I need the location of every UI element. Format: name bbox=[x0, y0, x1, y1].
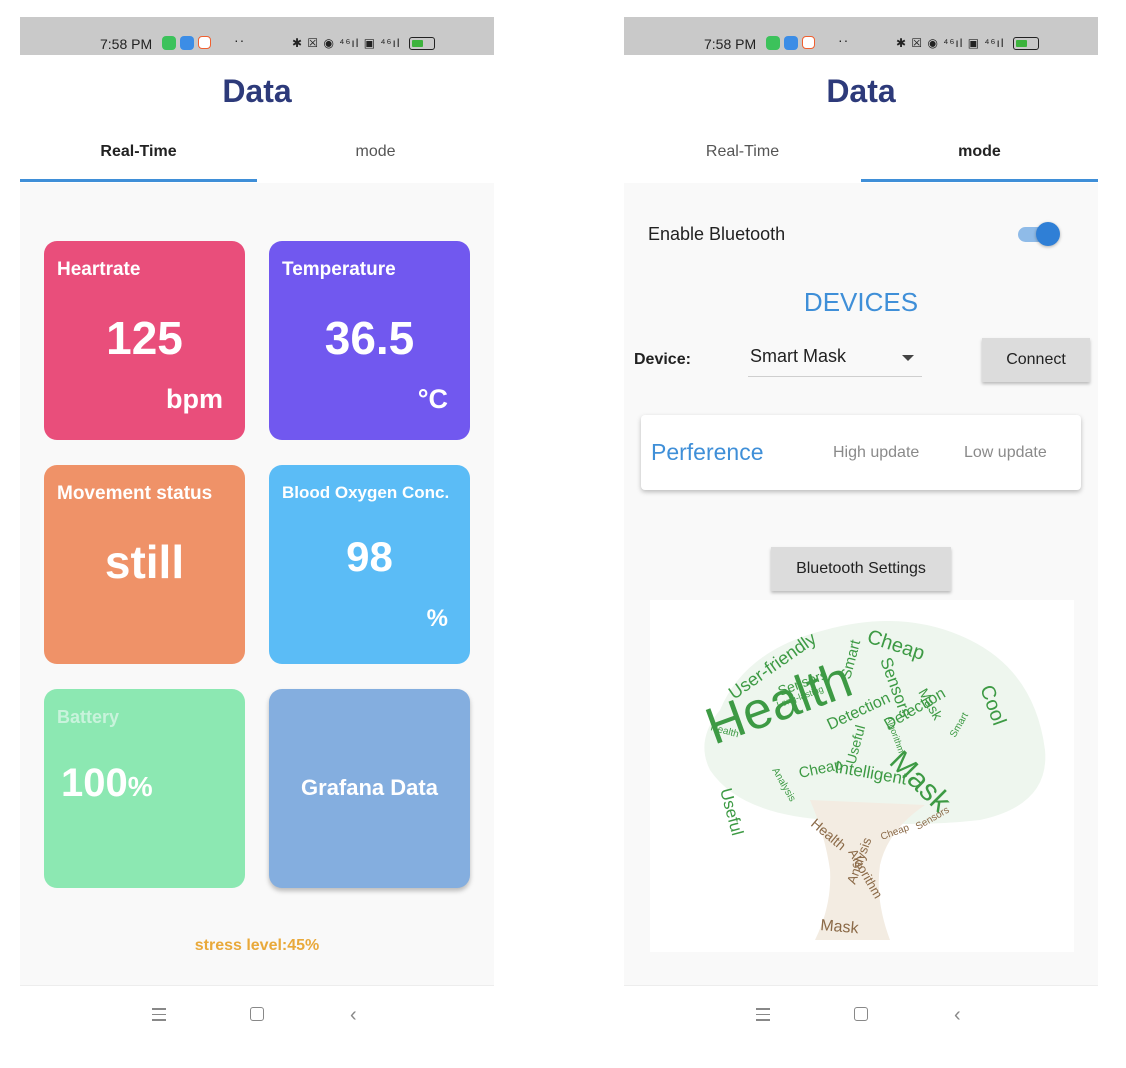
active-tab-indicator bbox=[20, 179, 257, 182]
recent-apps-icon[interactable] bbox=[756, 1008, 770, 1025]
phone-app-icon bbox=[766, 36, 780, 50]
grafana-label: Grafana Data bbox=[301, 775, 438, 800]
battery-icon bbox=[408, 37, 435, 51]
card-title: Blood Oxygen Conc. bbox=[282, 483, 450, 502]
message-app-icon bbox=[784, 36, 798, 50]
connect-button[interactable]: Connect bbox=[982, 338, 1090, 382]
health-tree-word-cloud: HealthMaskSensorsCheapUser-friendly Smart… bbox=[698, 621, 1046, 940]
preference-label: Perference bbox=[651, 439, 764, 465]
signal-text: ✱ ☒ ◉ ⁴⁶ıl ▣ ⁴⁶ıl bbox=[292, 36, 401, 50]
blood-oxygen-card[interactable]: Blood Oxygen Conc. 98 % bbox=[269, 465, 470, 664]
blood-oxygen-unit: % bbox=[426, 605, 448, 632]
active-tab-indicator bbox=[861, 179, 1098, 182]
signal-text: ✱ ☒ ◉ ⁴⁶ıl ▣ ⁴⁶ıl bbox=[896, 36, 1005, 50]
tab-real-time[interactable]: Real-Time bbox=[624, 143, 861, 161]
bluetooth-toggle[interactable] bbox=[1036, 222, 1060, 246]
more-notifications-icon: ·· bbox=[234, 32, 246, 48]
more-notifications-icon: ·· bbox=[838, 32, 850, 48]
signal-icons: ✱ ☒ ◉ ⁴⁶ıl ▣ ⁴⁶ıl bbox=[896, 36, 1039, 51]
system-nav-bar: ‹ bbox=[624, 985, 1098, 1053]
status-time: 7:58 PM bbox=[704, 36, 757, 52]
heartrate-unit: bpm bbox=[166, 384, 223, 414]
enable-bluetooth-label: Enable Bluetooth bbox=[648, 224, 786, 244]
tab-mode[interactable]: mode bbox=[861, 143, 1098, 161]
page-title: Data bbox=[222, 73, 292, 109]
low-update-option[interactable]: Low update bbox=[964, 444, 1047, 462]
grafana-data-button[interactable]: Grafana Data bbox=[269, 689, 470, 888]
home-icon[interactable] bbox=[854, 1007, 868, 1021]
card-title: Movement status bbox=[57, 483, 213, 504]
battery-value: 100% bbox=[61, 761, 153, 806]
high-update-option[interactable]: High update bbox=[833, 444, 919, 462]
phone-app-icon bbox=[162, 36, 176, 50]
right-phone-screen: 7:58 PM ·· ✱ ☒ ◉ ⁴⁶ıl ▣ ⁴⁶ıl Data Real-T… bbox=[624, 17, 1098, 1053]
battery-icon bbox=[1012, 37, 1039, 51]
realtime-content: Heartrate 125 bpm Temperature 36.5 °C Mo… bbox=[20, 183, 494, 985]
home-icon[interactable] bbox=[250, 1007, 264, 1021]
page-title: Data bbox=[826, 73, 896, 109]
notification-icons bbox=[162, 36, 211, 50]
tab-mode[interactable]: mode bbox=[257, 143, 494, 161]
battery-unit: % bbox=[127, 771, 153, 802]
card-title: Heartrate bbox=[57, 259, 141, 280]
preference-card: Perference High update Low update bbox=[641, 415, 1081, 490]
card-title: Battery bbox=[57, 707, 120, 727]
chevron-down-icon bbox=[902, 355, 914, 361]
temperature-card[interactable]: Temperature 36.5 °C bbox=[269, 241, 470, 440]
heartrate-card[interactable]: Heartrate 125 bpm bbox=[44, 241, 245, 440]
devices-heading: DEVICES bbox=[803, 287, 919, 317]
temperature-value: 36.5 bbox=[324, 312, 415, 364]
alert-app-icon bbox=[802, 36, 815, 49]
back-icon[interactable]: ‹ bbox=[350, 1004, 357, 1027]
heartrate-value: 125 bbox=[106, 312, 183, 364]
temperature-unit: °C bbox=[417, 384, 448, 414]
movement-value: still bbox=[104, 536, 185, 588]
device-dropdown-value: Smart Mask bbox=[750, 346, 847, 366]
stress-level-text: stress level:45% bbox=[194, 937, 320, 954]
back-icon[interactable]: ‹ bbox=[954, 1004, 961, 1027]
recent-apps-icon[interactable] bbox=[152, 1008, 166, 1025]
battery-card[interactable]: Battery 100% bbox=[44, 689, 245, 888]
tab-real-time[interactable]: Real-Time bbox=[20, 143, 257, 161]
signal-icons: ✱ ☒ ◉ ⁴⁶ıl ▣ ⁴⁶ıl bbox=[292, 36, 435, 51]
blood-oxygen-value: 98 bbox=[346, 533, 393, 580]
status-bar: 7:58 PM ·· ✱ ☒ ◉ ⁴⁶ıl ▣ ⁴⁶ıl bbox=[20, 17, 494, 55]
device-dropdown[interactable]: Smart Mask bbox=[748, 338, 922, 377]
movement-status-card[interactable]: Movement status still bbox=[44, 465, 245, 664]
card-title: Temperature bbox=[282, 259, 396, 280]
alert-app-icon bbox=[198, 36, 211, 49]
status-time: 7:58 PM bbox=[100, 36, 153, 52]
system-nav-bar: ‹ bbox=[20, 985, 494, 1053]
left-phone-screen: 7:58 PM ·· ✱ ☒ ◉ ⁴⁶ıl ▣ ⁴⁶ıl Data Real-T… bbox=[20, 17, 494, 1053]
status-bar: 7:58 PM ·· ✱ ☒ ◉ ⁴⁶ıl ▣ ⁴⁶ıl bbox=[624, 17, 1098, 55]
bluetooth-settings-button[interactable]: Bluetooth Settings bbox=[771, 547, 951, 591]
word-cloud-word: Mask bbox=[820, 917, 861, 937]
message-app-icon bbox=[180, 36, 194, 50]
battery-number: 100 bbox=[61, 761, 128, 805]
notification-icons bbox=[766, 36, 815, 50]
device-label: Device: bbox=[634, 351, 691, 368]
mode-content: Enable Bluetooth DEVICES Device: Smart M… bbox=[624, 183, 1098, 985]
word-cloud-image: Health Mask Sensors Cheap User-friendly Smart… bbox=[650, 600, 1074, 952]
